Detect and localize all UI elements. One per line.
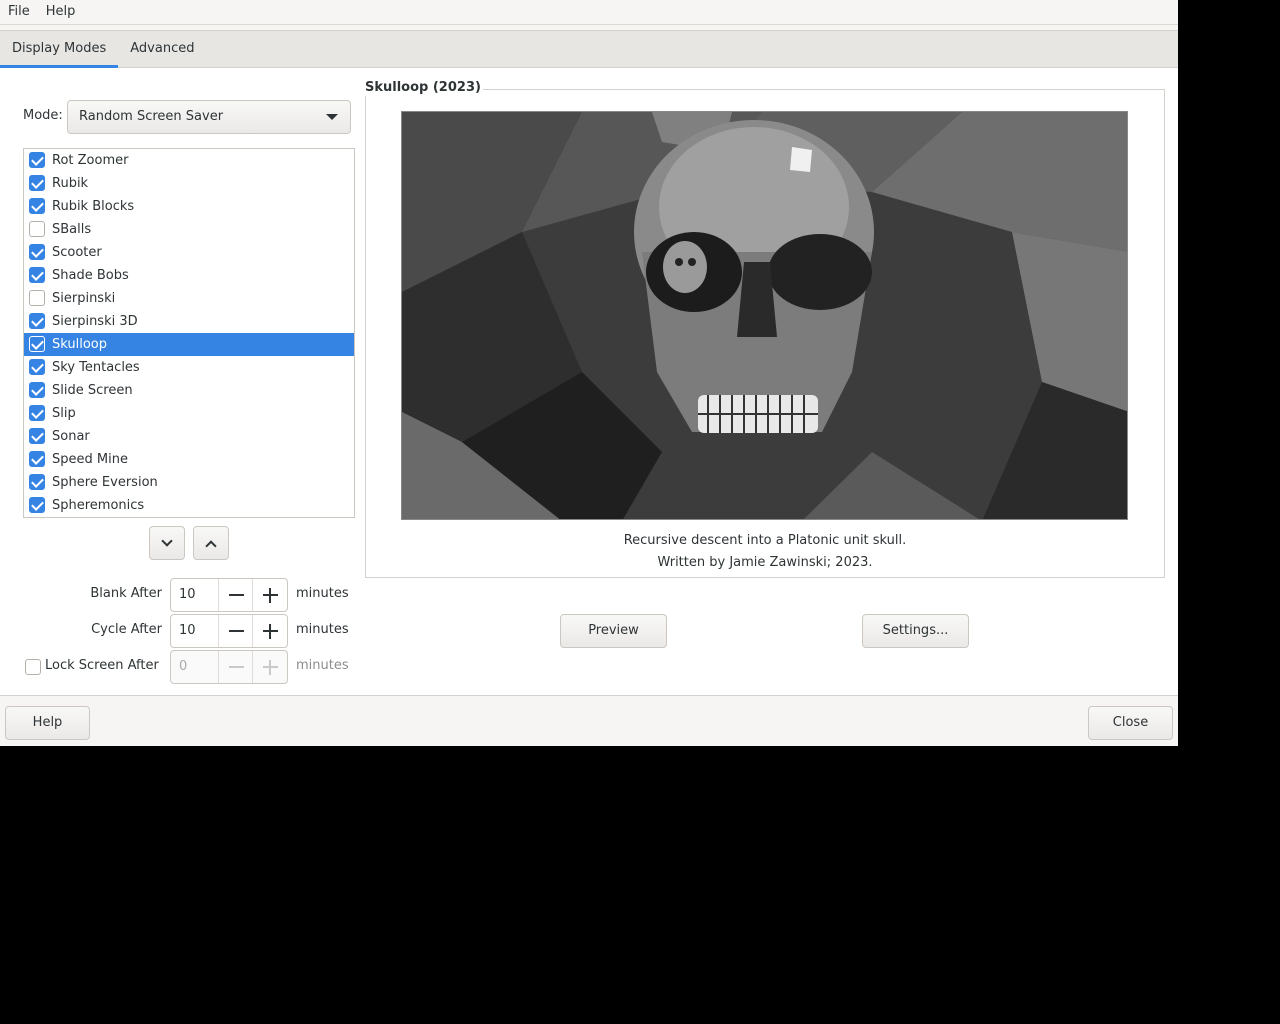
list-item[interactable]: Speed Mine — [24, 448, 354, 471]
enable-checkbox[interactable] — [29, 359, 45, 375]
enable-checkbox[interactable] — [29, 290, 45, 306]
dropdown-arrow-icon — [326, 114, 338, 120]
menubar: File Help — [0, 0, 1178, 25]
blank-after-value[interactable]: 10 — [171, 579, 218, 611]
blank-after-decrement[interactable] — [217, 579, 253, 611]
list-item[interactable]: Sphere Eversion — [24, 471, 354, 494]
list-item[interactable]: Skulloop — [24, 333, 354, 356]
enable-checkbox[interactable] — [29, 313, 45, 329]
list-item-label: Rubik Blocks — [52, 199, 135, 214]
lock-screen-label[interactable]: Lock Screen After — [45, 658, 159, 674]
cycle-after-unit: minutes — [296, 622, 349, 637]
help-button[interactable]: Help — [5, 706, 90, 740]
lock-screen-spinner: 0 — [170, 650, 288, 684]
enable-checkbox[interactable] — [29, 221, 45, 237]
screensaver-preview-image — [401, 111, 1128, 520]
screensaver-title: Skulloop (2023) — [365, 80, 483, 96]
cycle-after-increment[interactable] — [252, 615, 287, 647]
menu-help[interactable]: Help — [38, 0, 84, 25]
blank-after-label: Blank After — [90, 586, 162, 601]
list-item-label: SBalls — [52, 222, 92, 237]
list-item[interactable]: Rubik Blocks — [24, 195, 354, 218]
blank-after-increment[interactable] — [252, 579, 287, 611]
tab-advanced[interactable]: Advanced — [118, 31, 206, 67]
list-item[interactable]: Spheremonics — [24, 494, 354, 517]
lock-screen-decrement — [217, 651, 253, 683]
list-item[interactable]: Shade Bobs — [24, 264, 354, 287]
settings-button[interactable]: Settings... — [862, 614, 969, 648]
list-item-label: Sonar — [52, 429, 90, 444]
enable-checkbox[interactable] — [29, 244, 45, 260]
blank-after-unit: minutes — [296, 586, 349, 601]
list-item-label: Sky Tentacles — [52, 360, 140, 375]
list-item[interactable]: Sky Tentacles — [24, 356, 354, 379]
enable-checkbox[interactable] — [29, 152, 45, 168]
mode-dropdown[interactable]: Random Screen Saver — [67, 100, 351, 134]
skull-render — [402, 112, 1127, 519]
menu-file[interactable]: File — [0, 0, 38, 25]
enable-checkbox[interactable] — [29, 474, 45, 490]
lock-screen-unit: minutes — [296, 658, 349, 673]
move-up-button[interactable] — [193, 526, 229, 560]
enable-checkbox[interactable] — [29, 497, 45, 513]
minus-icon — [228, 630, 244, 632]
minus-icon — [228, 594, 244, 596]
screensaver-description: Recursive descent into a Platonic unit s… — [623, 533, 907, 548]
list-item[interactable]: Slip — [24, 402, 354, 425]
list-item-label: Skulloop — [52, 337, 108, 352]
cycle-after-decrement[interactable] — [217, 615, 253, 647]
lock-screen-increment — [252, 651, 287, 683]
list-item-label: Scooter — [52, 245, 102, 260]
list-item[interactable]: Sierpinski 3D — [24, 310, 354, 333]
list-item[interactable]: Sierpinski — [24, 287, 354, 310]
list-item-label: Rot Zoomer — [52, 153, 129, 168]
tab-display-modes[interactable]: Display Modes — [0, 31, 119, 68]
lock-screen-checkbox[interactable] — [25, 659, 41, 675]
enable-checkbox[interactable] — [29, 175, 45, 191]
preferences-window: File Help Display Modes Advanced Mode: R… — [0, 0, 1178, 746]
lock-screen-value: 0 — [179, 659, 188, 674]
list-item-label: Shade Bobs — [52, 268, 129, 283]
cycle-after-value[interactable]: 10 — [171, 615, 218, 647]
list-item[interactable]: Rot Zoomer — [24, 149, 354, 172]
tab-bar: Display Modes Advanced — [0, 30, 1178, 68]
enable-checkbox[interactable] — [29, 405, 45, 421]
list-item-label: Slide Screen — [52, 383, 133, 398]
enable-checkbox[interactable] — [29, 428, 45, 444]
screensaver-list[interactable]: Rot Zoomer Rubik Rubik Blocks SBalls Scooter… — [23, 148, 355, 518]
list-item-label: Slip — [52, 406, 76, 421]
move-down-button[interactable] — [149, 526, 185, 560]
list-item-label: Sierpinski 3D — [52, 314, 138, 329]
enable-checkbox[interactable] — [29, 336, 45, 352]
list-item-label: Sphere Eversion — [52, 475, 158, 490]
chevron-up-icon — [205, 540, 217, 552]
list-item[interactable]: Scooter — [24, 241, 354, 264]
display-modes-panel: Mode: Random Screen Saver Rot Zoomer Rubi… — [0, 68, 1178, 696]
cycle-after-label: Cycle After — [91, 622, 162, 637]
screensaver-credit: Written by Jamie Zawinski; 2023. — [657, 555, 873, 570]
mode-label: Mode: — [23, 108, 63, 123]
cycle-after-spinner: 10 — [170, 614, 288, 648]
list-item-label: Speed Mine — [52, 452, 128, 467]
enable-checkbox[interactable] — [29, 198, 45, 214]
preview-button[interactable]: Preview — [560, 614, 667, 648]
close-button[interactable]: Close — [1088, 706, 1173, 740]
blank-after-spinner: 10 — [170, 578, 288, 612]
list-item[interactable]: Sonar — [24, 425, 354, 448]
list-item[interactable]: Rubik — [24, 172, 354, 195]
enable-checkbox[interactable] — [29, 267, 45, 283]
list-item[interactable]: SBalls — [24, 218, 354, 241]
enable-checkbox[interactable] — [29, 451, 45, 467]
list-item-label: Rubik — [52, 176, 89, 191]
list-item[interactable]: Slide Screen — [24, 379, 354, 402]
mode-value: Random Screen Saver — [79, 109, 224, 124]
list-item-label: Spheremonics — [52, 498, 145, 513]
enable-checkbox[interactable] — [29, 382, 45, 398]
list-item-label: Sierpinski — [52, 291, 116, 306]
minus-icon — [228, 666, 244, 668]
chevron-down-icon — [161, 535, 173, 547]
